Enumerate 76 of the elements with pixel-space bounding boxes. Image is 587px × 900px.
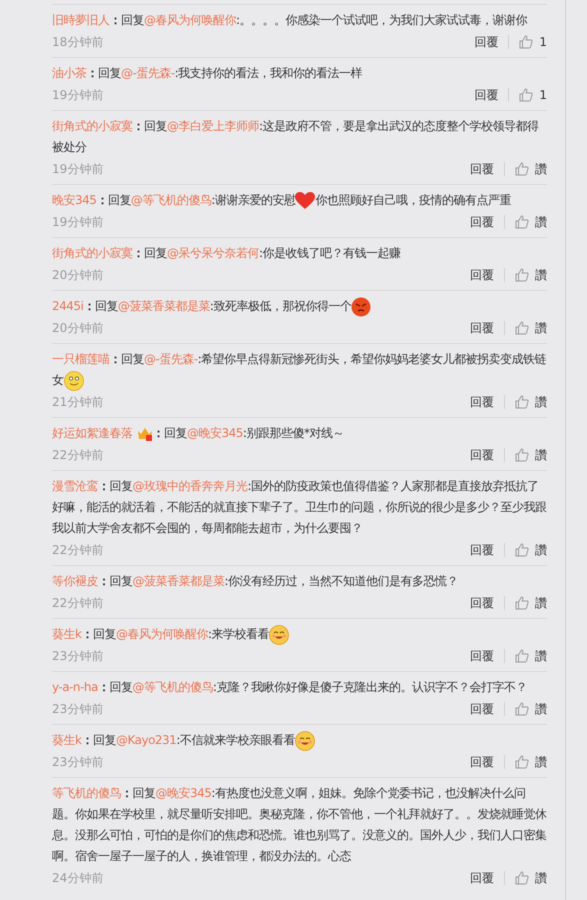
thumbs-up-icon <box>515 214 529 228</box>
grinning-face-icon <box>269 624 289 645</box>
comment-time: 18分钟前 <box>52 34 104 50</box>
reply-button[interactable]: 回覆 <box>474 32 498 50</box>
reply-button[interactable]: 回覆 <box>470 266 494 284</box>
heart-emoji-icon <box>295 192 316 210</box>
like-button[interactable]: 讚 <box>515 318 547 336</box>
thumbs-up-icon <box>515 448 529 462</box>
thumbs-up-icon <box>515 754 529 768</box>
comment-text: 葵生k：回复@春风为何唤醒你:来学校看看 <box>52 624 547 645</box>
thumbs-up-icon <box>515 162 529 176</box>
comment-text: 好运如絮逢春落 ：回复@晚安345:别跟那些傻*对线～ <box>52 425 345 443</box>
comment-text: 漫雪沧鸾：回复@玫瑰中的香奔奔月光:国外的防疫政策也值得借鉴？人家那都是直接放弃抵抗了好嘛，能活的就活着，不能活的就直接下辈子了。卫生巾的问题，你所说的很少是多少？至少我跟我以前大学舍友都不会囤的，每周都能去超市，为什么要囤？ <box>52 478 547 537</box>
comment-time: 19分钟前 <box>52 86 104 104</box>
comment-time: 19分钟前 <box>52 214 104 230</box>
like-button[interactable]: 讚 <box>515 594 547 612</box>
comment-time: 20分钟前 <box>52 320 104 336</box>
like-button[interactable]: 讚 <box>515 700 547 718</box>
comment-time: 23分钟前 <box>52 754 104 770</box>
thumbs-up-icon <box>519 88 534 102</box>
comment-text: 街角式的小寂寞：回复@李白爱上李师师:这是政府不管，要是拿出武汉的态度整个学校领导都得被处分 <box>52 118 540 156</box>
like-button[interactable]: 讚 <box>515 646 547 664</box>
thumbs-up-icon <box>515 320 529 334</box>
thumbs-up-icon <box>515 870 529 884</box>
comment-time: 19分钟前 <box>52 160 104 178</box>
comment-time: 22分钟前 <box>52 542 104 558</box>
comment-text: 街角式的小寂寞：回复@呆兮呆兮奈若何:你是收钱了吧？有钱一起赚 <box>52 245 402 262</box>
like-button[interactable]: 1 <box>519 32 547 50</box>
reply-button[interactable]: 回覆 <box>474 86 498 104</box>
crown-badge-icon <box>136 426 152 441</box>
comment-time: 22分钟前 <box>52 446 104 464</box>
like-button[interactable]: 讚 <box>515 446 547 464</box>
like-button[interactable]: 讚 <box>515 540 547 558</box>
reply-button[interactable]: 回覆 <box>470 594 494 612</box>
reply-button[interactable]: 回覆 <box>470 392 494 410</box>
like-button[interactable]: 讚 <box>515 160 547 178</box>
comment-time: 21分钟前 <box>52 394 104 410</box>
comment-text: 一只榴莲喵：回复@-蛋先森-:希望你早点得新冠惨死街头，希望你妈妈老婆女儿都被拐卖变成铁链女 <box>52 349 547 391</box>
reply-button[interactable]: 回覆 <box>470 446 494 464</box>
reply-button[interactable]: 回覆 <box>470 540 494 558</box>
comment-time: 23分钟前 <box>52 700 104 718</box>
reply-button[interactable]: 回覆 <box>470 212 494 230</box>
comment-text: 等你褪皮：回复@菠菜香菜都是菜:你没有经历过，当然不知道他们是有多恐慌？ <box>52 573 460 590</box>
comment-time: 24分钟前 <box>52 870 104 886</box>
thumbs-up-icon <box>515 648 529 662</box>
reply-button[interactable]: 回覆 <box>470 160 494 178</box>
reply-button[interactable]: 回覆 <box>470 752 494 770</box>
like-button[interactable]: 讚 <box>515 392 547 410</box>
like-button[interactable]: 1 <box>519 86 547 104</box>
thumbs-up-icon <box>515 268 529 282</box>
thumbs-up-icon <box>515 596 529 610</box>
thumbs-up-icon <box>515 542 529 556</box>
grinning-face-icon <box>294 730 315 751</box>
comment-time: 20分钟前 <box>52 266 104 284</box>
reply-button[interactable]: 回覆 <box>470 646 494 664</box>
like-button[interactable]: 讚 <box>515 868 547 886</box>
thumbs-up-icon <box>519 34 534 48</box>
comment-text: 油小茶：回复@-蛋先森-:我支持你的看法，我和你的看法一样 <box>52 65 364 82</box>
comment-text: y-a-n-ha：回复@等飞机的傻鸟:克隆？我瞅你好像是傻子克隆出来的。认识字不？会打字不？ <box>52 679 528 696</box>
reply-button[interactable]: 回覆 <box>470 700 494 718</box>
comment-text: 旧時夢旧人：回复@春风为何唤醒你:。。。。你感染一个试试吧，为我们大家试试毒，谢谢你 <box>52 12 528 29</box>
comment-text: 等飞机的傻鸟：回复@晚安345:有热度也没意义啊，姐妹。免除个党委书记，也没解决什么问题。你如果在学校里，就尽量听安排吧。奥秘克隆，你不管他，一个礼拜就好了。。发烧就睡觉休息。没那么可怕，可怕的是你们的焦虑和恐慌。谁也别骂了。没意义的。国外人少，我们人口密集啊。宿舍一屋子一屋子的人，换谁管理，都没办法的。心态 <box>52 785 547 865</box>
comment-text: 2445i：回复@菠菜香菜都是菜:致死率极低，那祝你得一个 <box>52 296 547 317</box>
comment-text: 葵生k：回复@Kayo231:不信就来学校亲眼看看 <box>52 730 547 751</box>
reply-button[interactable]: 回覆 <box>470 318 494 336</box>
angry-face-icon <box>351 296 372 317</box>
comment-time: 23分钟前 <box>52 648 104 664</box>
thumbs-up-icon <box>515 394 529 408</box>
comment-text: 晚安345：回复@等飞机的傻鸟:谢谢亲爱的安慰 你也照顾好自己哦，疫情的确有点严重 <box>52 190 547 211</box>
like-button[interactable]: 讚 <box>515 266 547 284</box>
reply-button[interactable]: 回覆 <box>470 868 494 886</box>
comment-time: 22分钟前 <box>52 594 104 612</box>
like-button[interactable]: 讚 <box>515 212 547 230</box>
smiley-face-icon <box>64 370 84 391</box>
thumbs-up-icon <box>515 702 529 716</box>
like-button[interactable]: 讚 <box>515 752 547 770</box>
